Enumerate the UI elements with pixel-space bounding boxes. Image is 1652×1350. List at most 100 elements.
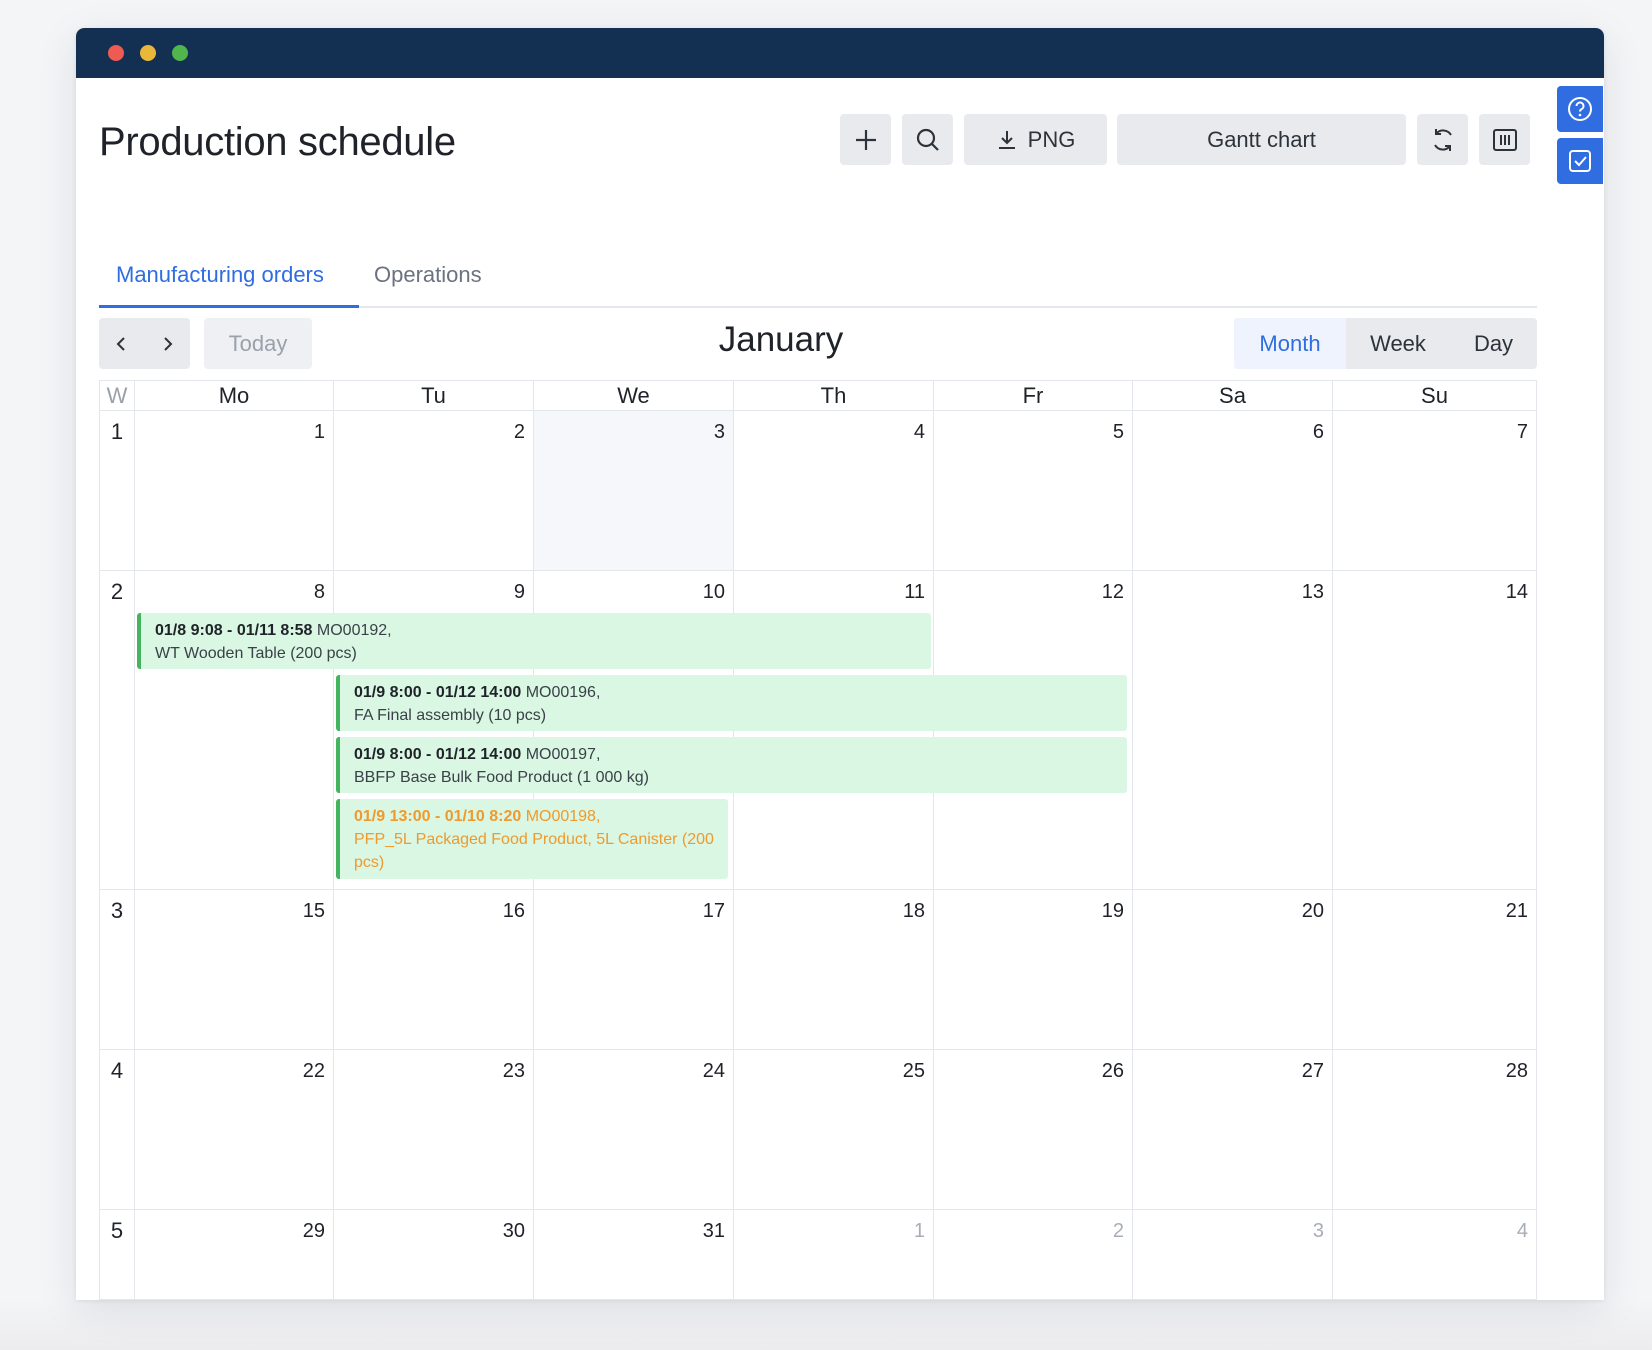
day-number: 23 [502, 1060, 525, 1082]
search-icon [916, 128, 939, 151]
day-cell[interactable]: 31 [534, 1210, 734, 1300]
day-number: 3 [713, 421, 725, 443]
event-product: FA Final assembly (10 pcs) [354, 707, 547, 724]
day-cell[interactable]: 6 [1133, 411, 1333, 571]
view-month-button[interactable]: Month [1234, 318, 1346, 369]
week-number: 2 [99, 571, 135, 890]
day-cell[interactable]: 5 [934, 411, 1133, 571]
refresh-icon [1433, 128, 1452, 151]
day-cell[interactable]: 3 [534, 411, 734, 571]
day-cell[interactable]: 4 [1333, 1210, 1537, 1300]
day-cell[interactable]: 1 [734, 1210, 934, 1300]
weekday-header: Fr [934, 380, 1133, 411]
refresh-button[interactable] [1417, 114, 1468, 165]
day-cell[interactable]: 17 [534, 890, 734, 1050]
day-cell[interactable]: 25 [734, 1050, 934, 1210]
download-icon [998, 130, 1015, 149]
weekday-header: Th [734, 380, 934, 411]
tab-bar: Manufacturing orders Operations [99, 234, 1537, 308]
day-number: 13 [1301, 581, 1324, 603]
search-button[interactable] [902, 114, 953, 165]
manufacturing-order-event[interactable]: 01/9 8:00 - 01/12 14:00 MO00197, BBFP Bas… [336, 737, 1127, 793]
calendar-nav-group [99, 318, 190, 369]
day-number: 4 [913, 421, 925, 443]
columns-button[interactable] [1479, 114, 1530, 165]
plus-icon [855, 129, 876, 150]
day-number: 17 [702, 900, 725, 922]
view-week-button[interactable]: Week [1346, 318, 1450, 369]
day-cell[interactable]: 18 [734, 890, 934, 1050]
day-cell[interactable]: 1 [135, 411, 334, 571]
window-close-button[interactable] [108, 45, 124, 61]
tasks-button[interactable] [1557, 138, 1603, 184]
add-button[interactable] [840, 114, 891, 165]
day-cell[interactable]: 23 [334, 1050, 534, 1210]
day-number: 15 [302, 900, 325, 922]
day-cell[interactable]: 7 [1333, 411, 1537, 571]
manufacturing-order-event[interactable]: 01/9 13:00 - 01/10 8:20 MO00198, PFP_5L P… [336, 799, 728, 879]
manufacturing-order-event[interactable]: 01/8 9:08 - 01/11 8:58 MO00192, WT Wooden… [137, 613, 931, 669]
view-day-button[interactable]: Day [1450, 318, 1537, 369]
window-maximize-button[interactable] [172, 45, 188, 61]
day-cell[interactable]: 26 [934, 1050, 1133, 1210]
weekday-header: Tu [334, 380, 534, 411]
day-cell[interactable]: 29 [135, 1210, 334, 1300]
day-number: 26 [1101, 1060, 1124, 1082]
day-number: 19 [1101, 900, 1124, 922]
manufacturing-order-event[interactable]: 01/9 8:00 - 01/12 14:00 MO00196, FA Final… [336, 675, 1127, 731]
day-number: 1 [313, 421, 325, 443]
day-number: 30 [502, 1220, 525, 1242]
day-cell[interactable]: 16 [334, 890, 534, 1050]
page-title: Production schedule [99, 120, 456, 164]
day-cell[interactable]: 13 [1133, 571, 1333, 890]
day-cell[interactable]: 19 [934, 890, 1133, 1050]
day-number: 18 [902, 900, 925, 922]
day-cell[interactable]: 14 [1333, 571, 1537, 890]
day-number: 6 [1312, 421, 1324, 443]
day-cell[interactable]: 4 [734, 411, 934, 571]
day-number: 3 [1312, 1220, 1324, 1242]
export-png-button[interactable]: PNG [964, 114, 1107, 165]
event-product: BBFP Base Bulk Food Product (1 000 kg) [354, 769, 649, 786]
help-button[interactable] [1557, 86, 1603, 132]
day-cell[interactable]: 30 [334, 1210, 534, 1300]
active-tab-indicator [99, 305, 359, 308]
day-number: 27 [1301, 1060, 1324, 1082]
day-cell[interactable]: 22 [135, 1050, 334, 1210]
day-cell[interactable]: 3 [1133, 1210, 1333, 1300]
day-cell[interactable]: 2 [934, 1210, 1133, 1300]
day-number: 28 [1505, 1060, 1528, 1082]
event-time-range: 01/9 13:00 - 01/10 8:20 [354, 808, 522, 825]
day-cell[interactable]: 15 [135, 890, 334, 1050]
day-number: 8 [313, 581, 325, 603]
weekday-header: We [534, 380, 734, 411]
tab-operations[interactable]: Operations [374, 262, 482, 288]
calendar-month-title: January [718, 320, 844, 359]
day-number: 21 [1505, 900, 1528, 922]
day-cell[interactable]: 2 [334, 411, 534, 571]
today-button[interactable]: Today [204, 318, 312, 369]
day-number: 22 [302, 1060, 325, 1082]
day-cell[interactable]: 21 [1333, 890, 1537, 1050]
export-png-label: PNG [1027, 126, 1076, 152]
week-number: 3 [99, 890, 135, 1050]
tab-manufacturing-orders[interactable]: Manufacturing orders [116, 262, 324, 288]
week-number: 4 [99, 1050, 135, 1210]
next-month-button[interactable] [144, 318, 189, 369]
day-number: 11 [904, 581, 925, 603]
calendar-grid: W Mo Tu We Th Fr Sa Su 1 1 2 3 4 5 6 7 2 8 9 10 11 12 13 14 3 15 1… [99, 380, 1537, 1300]
side-panel [1557, 86, 1603, 190]
day-cell[interactable]: 28 [1333, 1050, 1537, 1210]
day-cell[interactable]: 20 [1133, 890, 1333, 1050]
event-order-number: MO00192, [316, 622, 392, 639]
day-cell[interactable]: 24 [534, 1050, 734, 1210]
window-minimize-button[interactable] [140, 45, 156, 61]
page-background-fade [0, 1300, 1652, 1350]
prev-month-button[interactable] [99, 318, 144, 369]
day-number: 24 [702, 1060, 725, 1082]
day-cell[interactable]: 27 [1133, 1050, 1333, 1210]
event-product: WT Wooden Table (200 pcs) [155, 645, 357, 662]
gantt-chart-button[interactable]: Gantt chart [1117, 114, 1406, 165]
week-number: 5 [99, 1210, 135, 1300]
view-switcher: Month Week Day [1234, 318, 1537, 369]
